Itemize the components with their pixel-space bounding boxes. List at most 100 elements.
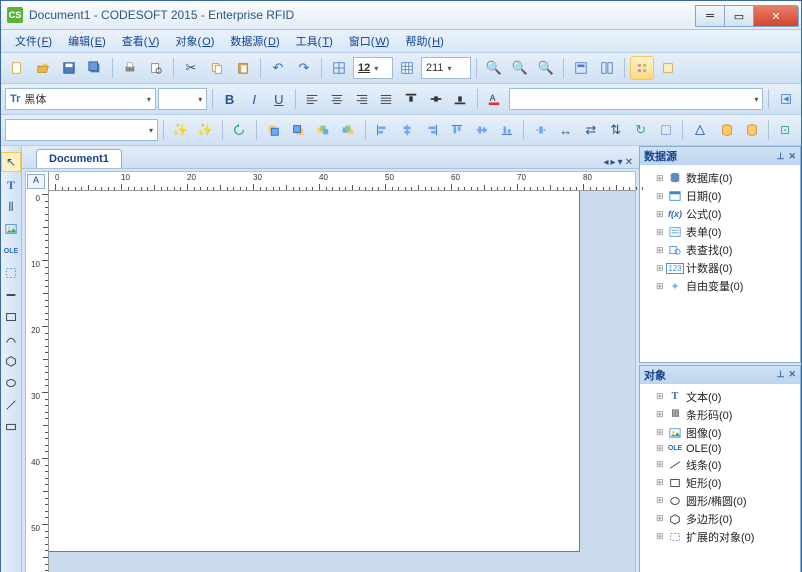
group-button[interactable]: [654, 118, 677, 142]
tree-item[interactable]: ⊞✦自由变量(0): [642, 277, 798, 295]
menu-o[interactable]: 对象(O): [167, 31, 222, 51]
font-combo[interactable]: Tr黑体▾: [5, 88, 156, 110]
align-m-button[interactable]: [470, 118, 493, 142]
ellipse-tool[interactable]: [2, 374, 20, 392]
align-justify-button[interactable]: [375, 87, 398, 111]
menu-e[interactable]: 编辑(E): [60, 31, 114, 51]
tree-item[interactable]: ⊞扩展的对象(0): [642, 528, 798, 546]
object-combo[interactable]: ▾: [5, 119, 158, 141]
menu-v[interactable]: 查看(V): [114, 31, 168, 51]
paste-button[interactable]: [231, 56, 255, 80]
align-right-button[interactable]: [350, 87, 373, 111]
tree-item[interactable]: ⊞矩形(0): [642, 474, 798, 492]
valign-mid-button[interactable]: [424, 87, 447, 111]
canvas-viewport[interactable]: [49, 191, 635, 572]
tab-prev-icon[interactable]: ▸: [611, 157, 616, 168]
back-one-button[interactable]: [312, 118, 335, 142]
text-tool[interactable]: T: [2, 176, 20, 194]
fontsize2-combo[interactable]: ▾: [158, 88, 207, 110]
dist-v-button[interactable]: ↔: [554, 118, 577, 142]
style-combo[interactable]: ▾: [509, 88, 763, 110]
plugin-tool[interactable]: [2, 264, 20, 282]
bold-button[interactable]: B: [218, 87, 241, 111]
new-button[interactable]: [5, 56, 29, 80]
db2-button[interactable]: [740, 118, 763, 142]
rect2-tool[interactable]: [2, 418, 20, 436]
tree-item[interactable]: ⊞圆形/椭圆(0): [642, 492, 798, 510]
valign-bot-button[interactable]: [449, 87, 472, 111]
menu-d[interactable]: 数据源(D): [222, 31, 287, 51]
ole-tool[interactable]: OLE: [2, 242, 20, 260]
align-left-button[interactable]: [301, 87, 324, 111]
tree-item[interactable]: ⊞数据库(0): [642, 169, 798, 187]
tree-item[interactable]: ⊞T文本(0): [642, 388, 798, 406]
menu-h[interactable]: 帮助(H): [397, 31, 451, 51]
table-button[interactable]: [395, 56, 419, 80]
menu-w[interactable]: 窗口(W): [341, 31, 398, 51]
tree-item[interactable]: ⊞线条(0): [642, 456, 798, 474]
save-button[interactable]: [57, 56, 81, 80]
align-t-button[interactable]: [445, 118, 468, 142]
undo-button[interactable]: ↶: [266, 56, 290, 80]
rotate-button[interactable]: ↻: [629, 118, 652, 142]
dist-h-button[interactable]: [529, 118, 552, 142]
minimize-button[interactable]: ═: [695, 5, 725, 27]
doc-tab[interactable]: Document1: [36, 149, 122, 168]
menu-f[interactable]: 文件(F): [7, 31, 60, 51]
panel-toggle2-button[interactable]: [656, 56, 680, 80]
send-back-button[interactable]: [262, 118, 285, 142]
rect-tool[interactable]: [2, 308, 20, 326]
panel-close-icon[interactable]: ✕: [788, 151, 796, 162]
underline-button[interactable]: U: [268, 87, 291, 111]
print-button[interactable]: [118, 56, 142, 80]
zoom-fit-button[interactable]: 🔍: [534, 56, 558, 80]
grid-button[interactable]: [327, 56, 351, 80]
redo-button[interactable]: ↷: [292, 56, 316, 80]
tree-item[interactable]: ⊞OLEOLE(0): [642, 442, 798, 456]
copy-button[interactable]: [205, 56, 229, 80]
fontsize-combo[interactable]: 12▾: [353, 57, 393, 79]
close-button[interactable]: ✕: [753, 5, 799, 27]
save-all-button[interactable]: [83, 56, 107, 80]
tree-item[interactable]: ⊞多边形(0): [642, 510, 798, 528]
rfid-button[interactable]: [774, 118, 797, 142]
tree-item[interactable]: ⊞日期(0): [642, 187, 798, 205]
tab-close-icon[interactable]: ✕: [625, 157, 633, 168]
font-color-button[interactable]: A: [483, 87, 506, 111]
line-tool[interactable]: [2, 286, 20, 304]
tab-menu-icon[interactable]: ▾: [618, 157, 623, 168]
align-center-button[interactable]: [326, 87, 349, 111]
print-preview-button[interactable]: [144, 56, 168, 80]
align-b-button[interactable]: [495, 118, 518, 142]
tree-item[interactable]: ⊞⦀⦀条形码(0): [642, 406, 798, 424]
align-l-button[interactable]: [371, 118, 394, 142]
wizard2-button[interactable]: ✨: [194, 118, 217, 142]
style-tool-button[interactable]: [774, 87, 797, 111]
menu-t[interactable]: 工具(T): [288, 31, 341, 51]
italic-button[interactable]: I: [243, 87, 266, 111]
bring-front-button[interactable]: [287, 118, 310, 142]
layout-button[interactable]: [569, 56, 593, 80]
cut-button[interactable]: ✂: [179, 56, 203, 80]
flip-h-button[interactable]: ⇄: [579, 118, 602, 142]
align-r-button[interactable]: [421, 118, 444, 142]
pin-icon[interactable]: ⊥: [777, 369, 785, 380]
db-button[interactable]: [715, 118, 738, 142]
pin-icon[interactable]: ⊥: [777, 151, 785, 162]
image-tool[interactable]: [2, 220, 20, 238]
tree-item[interactable]: ⊞123计数器(0): [642, 259, 798, 277]
panel-toggle-button[interactable]: [630, 56, 654, 80]
ruler-unit-button[interactable]: A: [27, 174, 45, 189]
maximize-button[interactable]: ▭: [724, 5, 754, 27]
rotate-left-button[interactable]: [228, 118, 251, 142]
open-button[interactable]: [31, 56, 55, 80]
tree-item[interactable]: ⊞表单(0): [642, 223, 798, 241]
zoom-in-button[interactable]: 🔍: [482, 56, 506, 80]
layout2-button[interactable]: [595, 56, 619, 80]
anchor-button[interactable]: [688, 118, 711, 142]
tree-item[interactable]: ⊞f(x)公式(0): [642, 205, 798, 223]
barcode-tool[interactable]: ⦀: [2, 198, 20, 216]
line2-tool[interactable]: [2, 396, 20, 414]
pointer-tool[interactable]: ↖: [1, 152, 21, 172]
wizard1-button[interactable]: ✨: [169, 118, 192, 142]
